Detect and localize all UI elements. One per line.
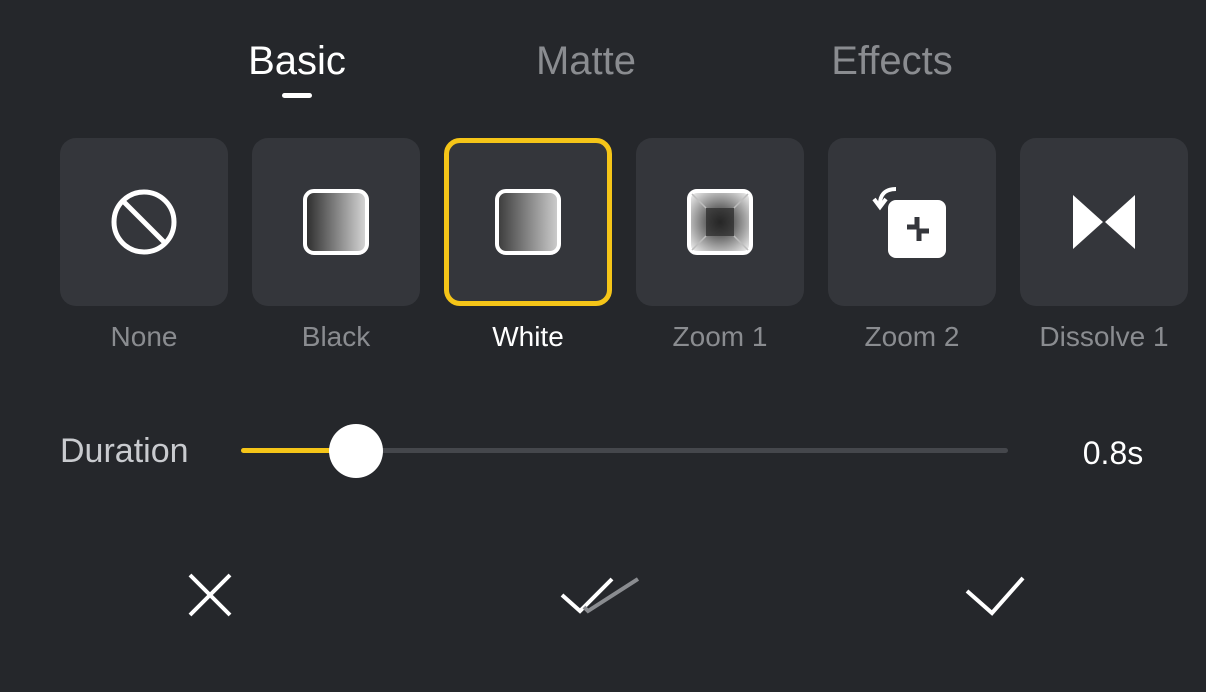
tab-matte[interactable]: Matte <box>520 34 652 88</box>
transition-white-tile[interactable] <box>444 138 612 306</box>
transition-white-label: White <box>492 321 564 352</box>
black-fade-icon <box>303 189 369 255</box>
transition-zoom2-label: Zoom 2 <box>864 321 960 352</box>
transition-zoom1-tile[interactable] <box>636 138 804 306</box>
tab-bar: Basic Matte Effects <box>0 34 1206 104</box>
transition-panel: Basic Matte Effects None Black White Zoo… <box>0 0 1206 692</box>
transition-black-label: Black <box>301 321 371 352</box>
check-icon <box>965 576 1025 616</box>
double-check-icon <box>560 577 640 614</box>
zoom-out-icon <box>872 187 946 258</box>
duration-value: 0.8s <box>1082 435 1144 471</box>
duration-slider-thumb[interactable] <box>329 424 384 478</box>
dissolve-icon <box>1073 195 1135 249</box>
duration-label: Duration <box>60 432 189 470</box>
apply-to-all-button[interactable] <box>555 560 645 630</box>
tab-basic[interactable]: Basic <box>236 34 358 88</box>
confirm-button[interactable] <box>950 560 1040 630</box>
prohibited-icon <box>111 189 177 255</box>
tab-effects[interactable]: Effects <box>812 34 972 88</box>
transition-zoom1-label: Zoom 1 <box>672 321 768 352</box>
transition-zoom2-tile[interactable] <box>828 138 996 306</box>
transition-none-tile[interactable] <box>60 138 228 306</box>
active-tab-indicator <box>282 93 312 98</box>
cancel-button[interactable] <box>165 560 255 630</box>
close-icon <box>188 573 232 617</box>
transition-black-tile[interactable] <box>252 138 420 306</box>
transition-dissolve1-label: Dissolve 1 <box>1039 321 1169 352</box>
transition-dissolve1-tile[interactable] <box>1020 138 1188 306</box>
transition-none-label: None <box>110 321 178 352</box>
white-fade-icon <box>495 189 561 255</box>
zoom-in-icon <box>687 189 753 255</box>
